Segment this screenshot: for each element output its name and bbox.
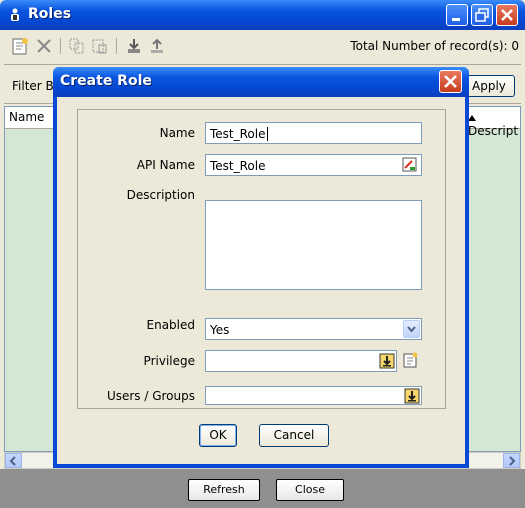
- roles-window: Roles Total Number of record(s): 0 Filte…: [0, 0, 525, 508]
- dialog-title-bar[interactable]: Create Role: [53, 67, 469, 97]
- api-name-field[interactable]: Test_Role: [205, 154, 422, 176]
- copy-icon[interactable]: [67, 36, 87, 56]
- scroll-right-icon[interactable]: [503, 453, 520, 468]
- sort-ascending-icon: [468, 114, 476, 121]
- description-label: Description: [126, 188, 195, 202]
- enabled-label: Enabled: [146, 318, 196, 332]
- apply-button[interactable]: Apply: [466, 75, 515, 97]
- privilege-label: Privilege: [143, 354, 195, 368]
- api-name-label: API Name: [136, 158, 195, 172]
- column-header-description-label: Descript: [468, 124, 519, 138]
- new-record-icon[interactable]: [10, 36, 30, 56]
- close-button[interactable]: Close: [276, 479, 344, 501]
- api-name-field-value: Test_Role: [210, 159, 266, 173]
- ok-button[interactable]: OK: [199, 424, 237, 447]
- minimize-button[interactable]: [446, 4, 468, 26]
- dialog-title: Create Role: [60, 73, 152, 89]
- create-role-dialog: Create Role Name Test_Role API Name Test…: [53, 67, 469, 468]
- import-icon[interactable]: [124, 36, 144, 56]
- privilege-field[interactable]: [205, 350, 397, 372]
- roles-title-bar[interactable]: Roles: [0, 0, 525, 30]
- roles-app-icon: [9, 8, 21, 22]
- paste-icon[interactable]: [90, 36, 110, 56]
- filter-label: Filter B: [12, 79, 54, 93]
- cancel-button[interactable]: Cancel: [259, 424, 329, 447]
- name-label: Name: [159, 126, 195, 140]
- dialog-body: Name Test_Role API Name Test_Role Descri…: [57, 97, 465, 464]
- toolbar: Total Number of record(s): 0: [4, 30, 521, 62]
- text-cursor: [266, 127, 268, 141]
- dialog-close-button[interactable]: [439, 70, 462, 93]
- users-groups-dropdown-icon[interactable]: [404, 388, 420, 404]
- users-groups-label: Users / Groups: [106, 389, 195, 403]
- window-close-button[interactable]: [496, 4, 518, 26]
- privilege-browse-icon[interactable]: [402, 352, 418, 368]
- enabled-select[interactable]: Yes: [205, 318, 422, 340]
- scroll-left-icon[interactable]: [5, 453, 22, 468]
- chevron-down-icon[interactable]: [403, 320, 420, 338]
- role-form: Name Test_Role API Name Test_Role Descri…: [77, 109, 446, 409]
- name-field[interactable]: Test_Role: [205, 122, 422, 144]
- privilege-dropdown-icon[interactable]: [379, 353, 395, 369]
- toolbar-separator: [60, 38, 61, 54]
- users-groups-field[interactable]: [205, 386, 422, 405]
- window-title: Roles: [28, 6, 72, 22]
- name-field-value: Test_Role: [210, 127, 266, 141]
- enabled-select-value: Yes: [210, 323, 230, 337]
- total-records-label: Total Number of record(s): 0: [350, 39, 519, 53]
- footer-bar: Refresh Close: [0, 469, 525, 508]
- description-textarea[interactable]: [205, 200, 422, 290]
- column-header-description[interactable]: Descript: [465, 107, 520, 138]
- restore-button[interactable]: [471, 4, 493, 26]
- export-icon[interactable]: [147, 36, 167, 56]
- refresh-button[interactable]: Refresh: [188, 479, 260, 501]
- toolbar-separator: [116, 38, 117, 54]
- delete-icon[interactable]: [34, 36, 54, 56]
- edit-api-name-icon[interactable]: [402, 157, 418, 173]
